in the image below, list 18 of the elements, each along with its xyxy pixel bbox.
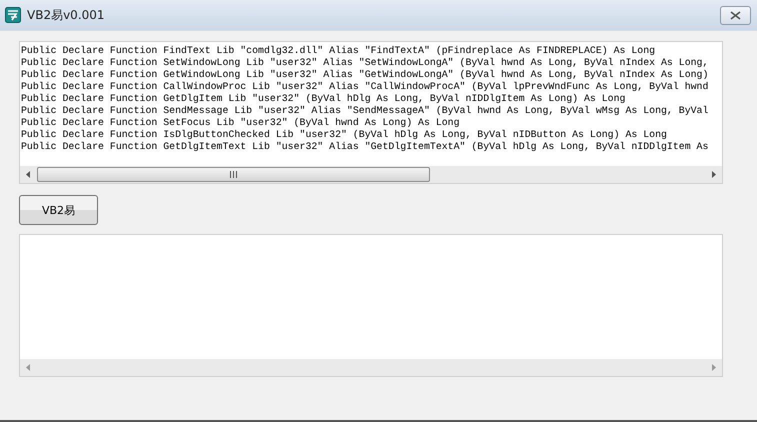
code-line: Public Declare Function SendMessage Lib "user32" Alias "SendMessageA" (ByVal hwnd As Long, ByVal wMsg As Long, ByVal [21,105,710,117]
grip-icon [230,171,237,178]
app-icon [5,7,21,23]
close-button[interactable] [720,6,751,24]
code-line: Public Declare Function SetWindowLong Lib "user32" Alias "SetWindowLongA" (ByVal hwnd As Long, ByVal nIndex As Long, [21,57,710,69]
code-line: Public Declare Function GetDlgItemText Lib "user32" Alias "GetDlgItemTextA" (ByVal hDlg As Long, ByVal nIDDlgItem As [21,141,710,153]
convert-button[interactable]: VB2易 [19,195,98,225]
horizontal-scrollbar[interactable] [20,166,722,183]
code-line: Public Declare Function GetWindowLong Lib "user32" Alias "GetWindowLongA" (ByVal hwnd As Long, ByVal nIndex As Long) [21,69,710,81]
code-line: Public Declare Function GetDlgItem Lib "user32" (ByVal hDlg As Long, ByVal nIDDlgItem As Long) As Long [21,93,626,105]
window-title: VB2易v0.001 [27,6,106,24]
code-text-box[interactable] [19,41,723,184]
code-line: Public Declare Function IsDlgButtonChecked Lib "user32" (ByVal hDlg As Long, ByVal nIDButton As Long) As Long [21,129,668,141]
close-icon [730,10,741,20]
code-line: Public Declare Function SetFocus Lib "user32" (ByVal hwnd As Long) As Long [21,117,461,129]
scrollbar-thumb[interactable] [37,167,430,182]
code-line: Public Declare Function FindText Lib "comdlg32.dll" Alias "FindTextA" (pFindreplace As FINDREPLACE) As Long [21,45,656,57]
code-line: Public Declare Function CallWindowProc Lib "user32" Alias "CallWindowProcA" (ByVal lpPrevWndFunc As Long, ByVal hwnd [21,81,710,93]
